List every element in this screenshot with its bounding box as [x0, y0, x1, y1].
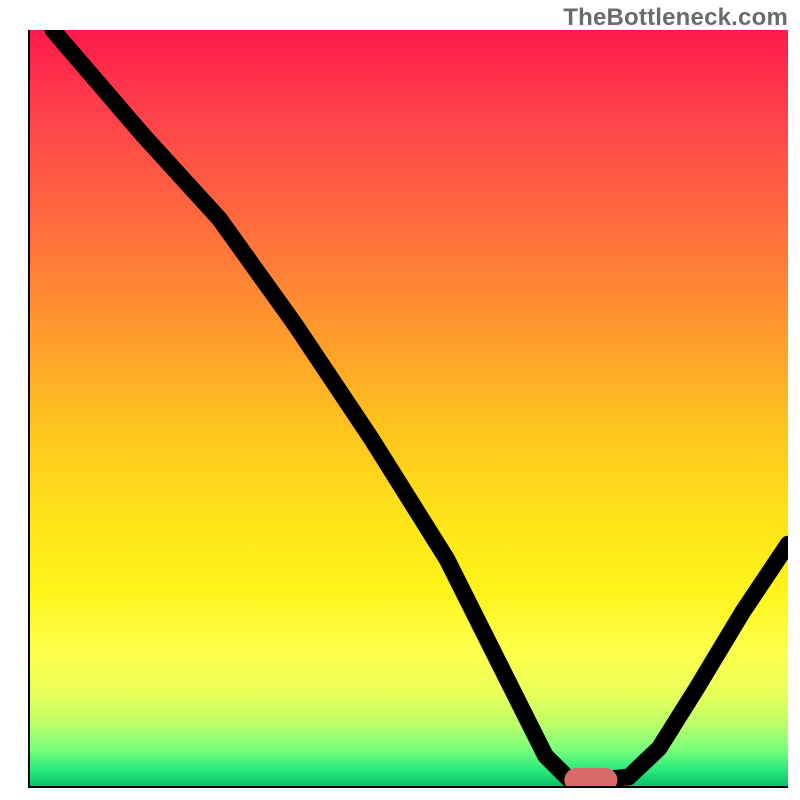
optimal-marker [568, 772, 613, 786]
chart-overlay [30, 30, 788, 786]
chart-container: TheBottleneck.com [0, 0, 800, 800]
bottleneck-curve [53, 30, 788, 780]
watermark-text: TheBottleneck.com [563, 4, 788, 32]
plot-area [28, 30, 788, 788]
